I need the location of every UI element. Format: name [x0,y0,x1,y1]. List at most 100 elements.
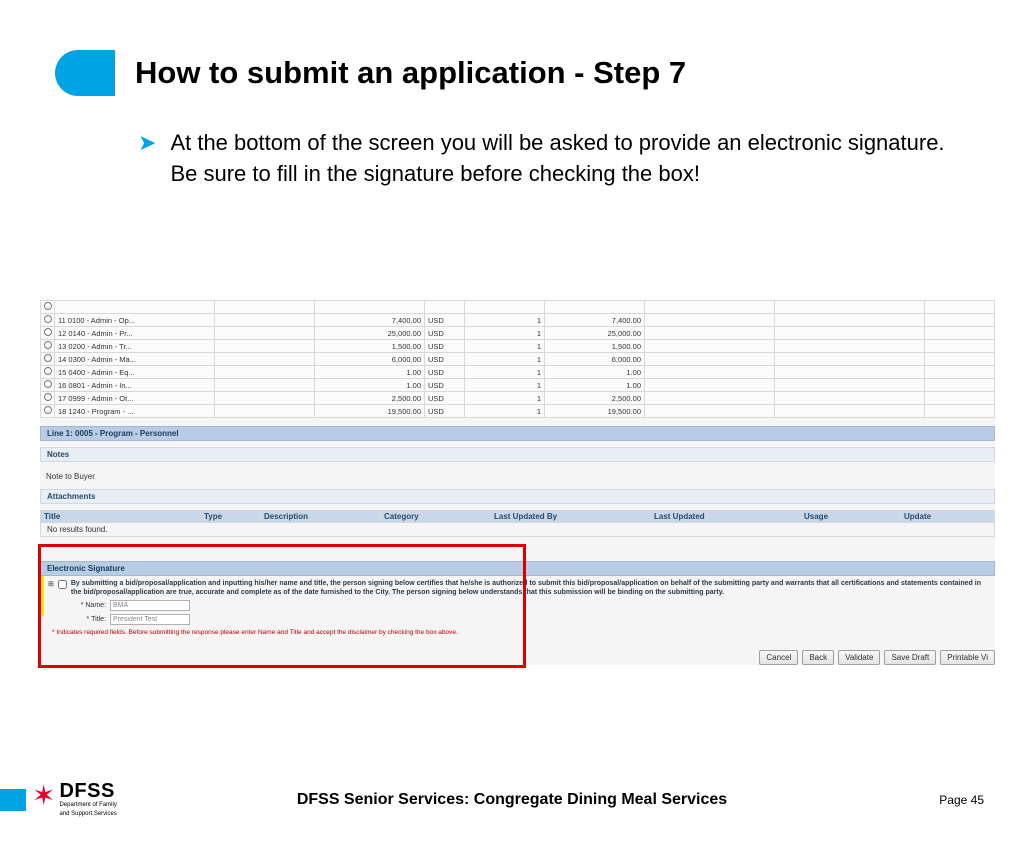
name-label: * Name: [66,601,106,610]
col-usage: Usage [801,511,901,523]
highlight-mark [40,576,44,616]
row-cur: USD [425,405,465,418]
esig-header-bar: Electronic Signature [40,561,995,576]
table-row: 14 0300 - Admin - Ma...6,000.00USD16,000… [41,353,995,366]
row-amt1: 6,000.00 [315,353,425,366]
row-cur: USD [425,379,465,392]
row-qty: 1 [465,366,545,379]
row-cur: USD [425,366,465,379]
table-row: 16 0801 - Admin - In...1.00USD11.00 [41,379,995,392]
table-row: 11 0100 - Admin - Op...7,400.00USD17,400… [41,314,995,327]
accent-tab [55,50,115,96]
line-header-bar: Line 1: 0005 - Program - Personnel [40,426,995,441]
bullet-text: At the bottom of the screen you will be … [170,128,964,190]
title-row: * Title: [66,614,987,625]
note-to-buyer: Note to Buyer [40,470,995,483]
row-desc: 13 0200 - Admin - Tr... [55,340,215,353]
row-qty: 1 [465,314,545,327]
row-amt1: 1.00 [315,366,425,379]
embedded-screenshot: 11 0100 - Admin - Op...7,400.00USD17,400… [40,300,995,665]
row-amt2: 1.00 [545,379,645,392]
name-input[interactable] [110,600,190,611]
expand-icon[interactable]: ⊞ [48,579,54,589]
row-amt1: 19,500.00 [315,405,425,418]
row-radio[interactable] [44,406,52,414]
dept-line2: and Support Services [59,811,116,818]
row-desc: 12 0140 - Admin - Pr... [55,327,215,340]
row-desc: 15 0400 - Admin - Eq... [55,366,215,379]
slide-footer: ✶ DFSS Department of Family and Support … [0,773,1024,827]
budget-table: 11 0100 - Admin - Op...7,400.00USD17,400… [40,300,995,418]
bullet-arrow-icon: ➤ [138,128,156,159]
row-amt1: 25,000.00 [315,327,425,340]
cancel-button[interactable]: Cancel [759,650,798,665]
row-amt2: 6,000.00 [545,353,645,366]
col-title: Title [41,511,201,523]
row-amt2: 1,500.00 [545,340,645,353]
col-last: Last Updated [651,511,801,523]
row-amt1: 7,400.00 [315,314,425,327]
row-cur: USD [425,314,465,327]
title-label: * Title: [66,615,106,624]
row-amt1: 1.00 [315,379,425,392]
notes-bar: Notes [40,447,995,462]
col-type: Type [201,511,261,523]
row-amt2: 25,000.00 [545,327,645,340]
save-draft-button[interactable]: Save Draft [884,650,936,665]
attachments-header: Title Type Description Category Last Upd… [40,510,995,523]
row-desc: 11 0100 - Admin - Op... [55,314,215,327]
row-qty: 1 [465,353,545,366]
row-radio[interactable] [44,315,52,323]
table-row: 18 1240 - Program - ...19,500.00USD119,5… [41,405,995,418]
row-radio[interactable] [44,328,52,336]
row-amt2: 7,400.00 [545,314,645,327]
row-radio[interactable] [44,302,52,310]
row-amt2: 1.00 [545,366,645,379]
row-qty: 1 [465,379,545,392]
row-qty: 1 [465,405,545,418]
row-cur: USD [425,340,465,353]
no-results: No results found. [40,523,995,537]
row-desc: 18 1240 - Program - ... [55,405,215,418]
row-cur: USD [425,327,465,340]
back-button[interactable]: Back [802,650,834,665]
esig-content: ⊞ By submitting a bid/proposal/applicati… [40,576,995,641]
row-radio[interactable] [44,393,52,401]
required-note: * Indicates required fields. Before subm… [52,629,987,637]
row-desc: 14 0300 - Admin - Ma... [55,353,215,366]
row-qty: 1 [465,392,545,405]
slide-header: How to submit an application - Step 7 [55,50,1024,96]
title-input[interactable] [110,614,190,625]
col-update: Update [901,511,995,523]
row-qty: 1 [465,327,545,340]
row-radio[interactable] [44,380,52,388]
row-desc: 16 0801 - Admin - In... [55,379,215,392]
page-number: Page 45 [939,793,984,807]
row-desc: 17 0999 - Admin - Ot... [55,392,215,405]
slide-title: How to submit an application - Step 7 [135,55,686,91]
bullet-row: ➤ At the bottom of the screen you will b… [138,128,1024,190]
action-buttons: Cancel Back Validate Save Draft Printabl… [759,650,995,665]
col-last-by: Last Updated By [491,511,651,523]
validate-button[interactable]: Validate [838,650,880,665]
col-description: Description [261,511,381,523]
table-row: 15 0400 - Admin - Eq...1.00USD11.00 [41,366,995,379]
row-qty: 1 [465,340,545,353]
row-cur: USD [425,353,465,366]
table-row: 13 0200 - Admin - Tr...1,500.00USD11,500… [41,340,995,353]
row-amt1: 2,500.00 [315,392,425,405]
name-row: * Name: [66,600,987,611]
row-radio[interactable] [44,354,52,362]
footer-title: DFSS Senior Services: Congregate Dining … [0,791,1024,809]
row-radio[interactable] [44,367,52,375]
printable-button[interactable]: Printable Vi [940,650,995,665]
table-row: 12 0140 - Admin - Pr...25,000.00USD125,0… [41,327,995,340]
row-radio[interactable] [44,341,52,349]
esig-checkbox[interactable] [58,580,67,589]
row-amt1: 1,500.00 [315,340,425,353]
row-amt2: 2,500.00 [545,392,645,405]
col-category: Category [381,511,491,523]
esig-disclaimer: By submitting a bid/proposal/application… [71,579,987,597]
row-amt2: 19,500.00 [545,405,645,418]
attachments-bar: Attachments [40,489,995,504]
